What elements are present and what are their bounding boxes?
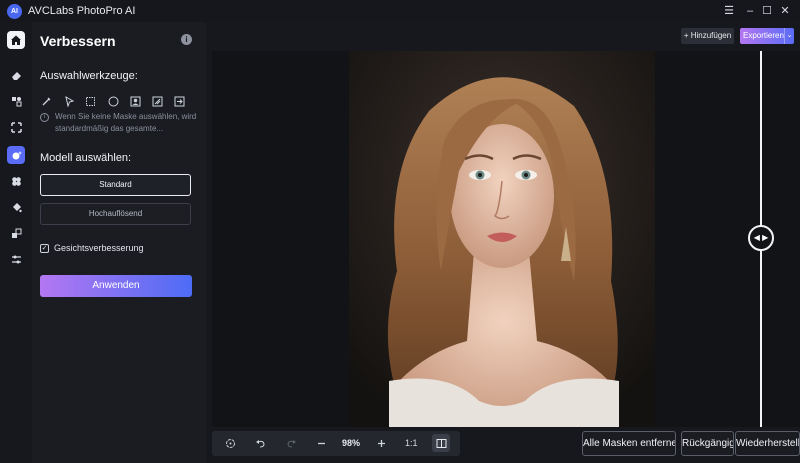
selection-tools-label: Auswahlwerkzeuge: (40, 70, 138, 82)
colorize-icon[interactable] (7, 172, 25, 190)
minimize-icon[interactable]: – (742, 3, 758, 19)
actual-size-button[interactable]: 1:1 (405, 438, 418, 448)
replace-icon[interactable] (7, 92, 25, 110)
enhance-icon[interactable] (7, 146, 25, 164)
model-high-res-button[interactable]: Hochauflösend (40, 203, 191, 225)
model-standard-button[interactable]: Standard (40, 174, 191, 196)
portrait-image (349, 51, 655, 427)
mask-hint-text: Wenn Sie keine Maske auswählen, wird sta… (55, 112, 197, 133)
reset-icon[interactable] (223, 436, 237, 450)
model-label: Modell auswählen: (40, 152, 132, 164)
ellipse-icon[interactable] (107, 95, 120, 108)
undo-icon[interactable] (253, 436, 267, 450)
face-enhancement-label: Gesichtsverbesserung (54, 243, 144, 253)
add-button[interactable]: + Hinzufügen (681, 28, 734, 44)
hint-info-icon: i (40, 113, 49, 122)
apply-button[interactable]: Anwenden (40, 275, 192, 297)
app-logo-icon: AI (7, 4, 22, 19)
panel-title: Verbessern (40, 33, 116, 49)
portrait-icon[interactable] (129, 95, 142, 108)
close-icon[interactable]: ✕ (777, 3, 793, 19)
eraser-icon[interactable] (7, 66, 25, 84)
tool-rail (0, 22, 32, 463)
maximize-icon[interactable]: ☐ (759, 3, 775, 19)
app-title: AVCLabs PhotoPro AI (28, 5, 136, 17)
undo-button[interactable]: Rückgängig (681, 431, 734, 456)
face-enhancement-checkbox[interactable]: ✓ (40, 244, 49, 253)
adjust-icon[interactable] (7, 250, 25, 268)
brush-icon[interactable] (40, 95, 53, 108)
home-icon[interactable] (7, 31, 25, 49)
chevron-down-icon[interactable]: ⌄ (784, 28, 794, 44)
export-label: Exportieren (743, 31, 784, 40)
zoom-in-icon[interactable] (374, 436, 388, 450)
import-mask-icon[interactable] (173, 95, 186, 108)
menu-icon[interactable]: ☰ (721, 3, 737, 19)
crop-icon[interactable] (7, 224, 25, 242)
title-bar: AI AVCLabs PhotoPro AI ☰ – ☐ ✕ (0, 0, 800, 22)
export-button[interactable]: Exportieren ⌄ (740, 28, 794, 44)
info-icon[interactable]: i (181, 34, 192, 45)
redo-button[interactable]: Wiederherstellen (735, 431, 800, 456)
auto-select-icon[interactable] (151, 95, 164, 108)
pointer-icon[interactable] (63, 95, 76, 108)
settings-panel: Verbessern i Auswahlwerkzeuge: i Wenn Si… (32, 22, 206, 463)
redo-icon[interactable] (284, 436, 298, 450)
rectangle-icon[interactable] (84, 95, 97, 108)
remove-masks-button[interactable]: Alle Masken entfernen (582, 431, 676, 456)
view-toolbar: 98% 1:1 (212, 431, 460, 456)
image-canvas[interactable]: ◀ ▶ (212, 51, 800, 427)
split-view-icon[interactable] (432, 434, 450, 452)
zoom-out-icon[interactable] (314, 436, 328, 450)
zoom-level: 98% (342, 438, 361, 448)
upscale-icon[interactable] (7, 118, 25, 136)
compare-slider-handle[interactable]: ◀ ▶ (748, 225, 774, 251)
fill-icon[interactable] (7, 198, 25, 216)
